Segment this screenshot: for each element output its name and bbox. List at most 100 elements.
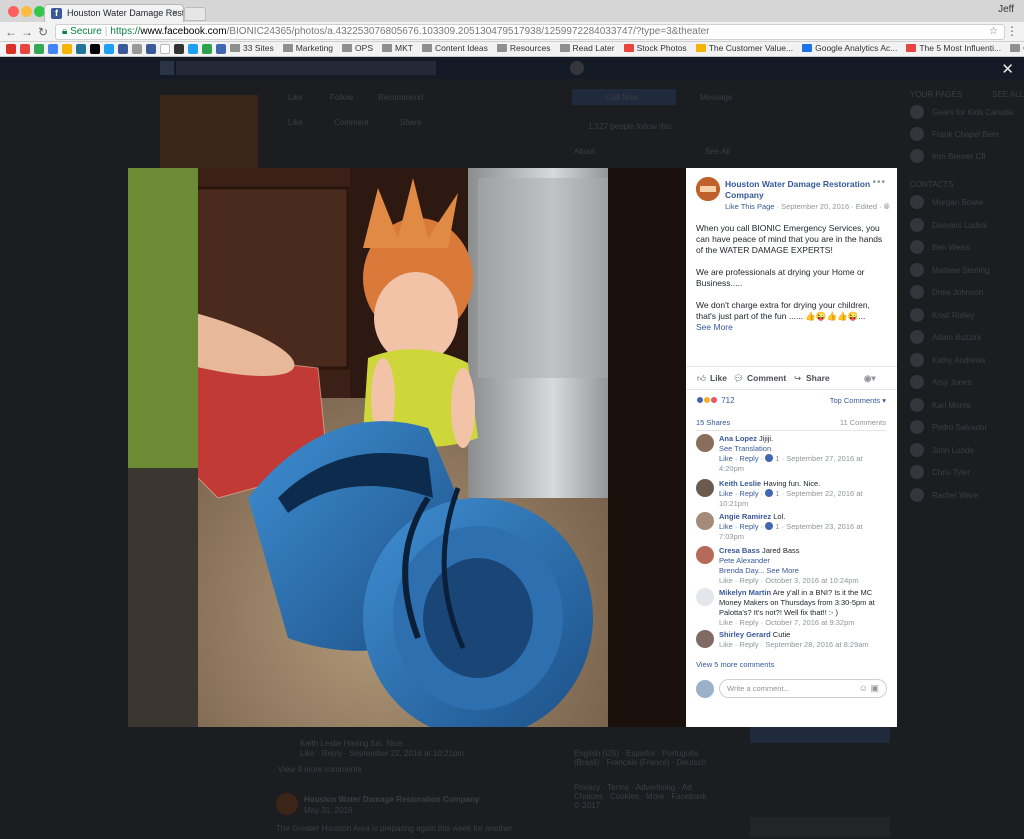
reload-icon[interactable]: ↻ <box>36 25 50 39</box>
comment-date[interactable]: · September 22, 2016 at <box>780 489 863 498</box>
wordpress-icon[interactable] <box>76 43 86 54</box>
minimize-window-button[interactable] <box>21 6 32 17</box>
medium-icon[interactable] <box>160 43 170 54</box>
see-translation-link[interactable]: See Translation <box>719 444 771 453</box>
comment-meta[interactable]: Like · Reply · September 28, 2016 at 8:2… <box>719 640 889 650</box>
commenter-name[interactable]: Mikelyn Martin <box>719 588 771 597</box>
theater-close-icon[interactable]: ✕ <box>1001 60 1014 78</box>
browser-menu-icon[interactable]: ⋮ <box>1006 24 1018 38</box>
emoji-icon[interactable]: ☺ ▣ <box>859 680 879 697</box>
shares-count[interactable]: 15 Shares <box>696 418 730 427</box>
fb-pages-icon[interactable] <box>216 43 226 54</box>
post-date[interactable]: September 20, 2016 <box>781 202 849 211</box>
folder-icon <box>282 44 293 52</box>
edited-label[interactable]: Edited <box>856 202 877 211</box>
contact-avatar <box>910 375 924 389</box>
bookmark-item[interactable]: Google Analytics Ac... <box>802 42 897 55</box>
comment-button[interactable]: 💬︎ Comment <box>733 373 786 384</box>
google-drive-icon[interactable] <box>34 43 44 54</box>
comment-time[interactable]: 10:21pm <box>719 499 889 509</box>
commenter-name[interactable]: Cresa Bass <box>719 546 760 555</box>
like-button[interactable]: 👍︎ Like <box>696 373 727 384</box>
browser-tab[interactable]: f Houston Water Damage Restoration Compa… <box>44 4 184 22</box>
comment-like-reply-links[interactable]: Like · Reply · <box>719 489 765 498</box>
commenter-avatar[interactable] <box>696 588 714 606</box>
share-button[interactable]: ↪ Share <box>792 373 830 384</box>
comment-date[interactable]: · September 23, 2016 at <box>780 522 863 531</box>
buffer-icon[interactable] <box>174 43 184 54</box>
commenter-avatar[interactable] <box>696 546 714 564</box>
tagged-name[interactable]: Pete Alexander <box>719 556 770 565</box>
tab-close-icon[interactable]: × <box>172 5 178 22</box>
comment-time[interactable]: 4:20pm <box>719 464 889 474</box>
close-window-button[interactable] <box>8 6 19 17</box>
gmail-icon[interactable] <box>6 43 16 54</box>
post-options-icon[interactable]: ••• <box>872 177 886 188</box>
commenter-avatar[interactable] <box>696 630 714 648</box>
forward-icon[interactable]: → <box>20 25 34 39</box>
analytics-icon[interactable] <box>62 43 72 54</box>
bookmark-item[interactable]: Content Ideas <box>421 42 488 55</box>
reactions-summary[interactable]: 712 <box>696 396 735 405</box>
comment-meta[interactable]: Like · Reply · October 3, 2016 at 10:24p… <box>719 576 889 586</box>
bookmark-item[interactable]: Marketing <box>282 42 333 55</box>
audience-selector-icon[interactable]: ◉▾ <box>864 373 876 384</box>
commenter-name[interactable]: Angie Ramirez <box>719 512 771 521</box>
like-page-link[interactable]: Like This Page <box>725 202 774 211</box>
bookmark-item[interactable]: OPS <box>342 42 373 55</box>
commenter-name[interactable]: Shirley Gerard <box>719 630 771 639</box>
comments-count[interactable]: 11 Comments <box>840 418 886 427</box>
page-name-link[interactable]: Houston Water Damage Restoration Company <box>725 179 875 201</box>
commenter-name[interactable]: Ana Lopez <box>719 434 757 443</box>
bookmark-item[interactable]: MKT <box>382 42 413 55</box>
comment-meta[interactable]: Like · Reply · October 7, 2016 at 9:32pm <box>719 618 889 628</box>
bookmark-item[interactable]: The Customer Value... <box>695 42 793 55</box>
contact-avatar <box>910 465 924 479</box>
bookmark-item[interactable]: CoSchedule - The #... <box>1010 42 1024 55</box>
comment-like-reply-links[interactable]: Like · Reply · <box>719 454 765 463</box>
profile-name[interactable]: Jeff <box>998 4 1014 15</box>
view-more-comments-link[interactable]: View 5 more comments <box>696 660 774 669</box>
bookmark-star-icon[interactable]: ☆ <box>989 25 998 39</box>
comment-time[interactable]: 7:03pm <box>719 532 889 542</box>
tagged-name[interactable]: Brenda Day... <box>719 566 764 575</box>
tweetdeck-icon[interactable] <box>188 43 198 54</box>
bookmark-icon[interactable] <box>132 43 142 54</box>
bookmark-item[interactable]: Resources <box>496 42 551 55</box>
comment-see-more-link[interactable]: See More <box>766 566 799 575</box>
bookmark-item[interactable]: Read Later <box>559 42 615 55</box>
facebook-icon[interactable] <box>118 43 128 54</box>
comment-body: Shirley Gerard Cutie Like · Reply · Septe… <box>719 630 889 650</box>
post-photo[interactable] <box>128 168 686 727</box>
bookmark-item[interactable]: The 5 Most Influenti... <box>906 42 1001 55</box>
page-avatar[interactable] <box>696 177 720 201</box>
contact-avatar <box>910 105 924 119</box>
commenter-avatar[interactable] <box>696 479 714 497</box>
github-icon[interactable] <box>90 43 100 54</box>
comment-like-reply-links[interactable]: Like · Reply · <box>719 522 765 531</box>
contact-name: Gears for Kids Canada <box>932 108 1014 117</box>
see-more-link[interactable]: See More <box>696 322 733 332</box>
bg-comment: Keith Leslie Having fun. Nice. <box>300 739 405 748</box>
url-input[interactable]: 🔒︎ Secure | https://www.facebook.com/BIONI… <box>55 24 1005 40</box>
contact-name: Amy Jones <box>932 378 972 387</box>
bookmark-item[interactable]: Stock Photos <box>623 42 687 55</box>
calendar-icon[interactable] <box>48 43 58 54</box>
write-comment-input[interactable]: Write a comment... ☺ ▣ <box>719 679 887 698</box>
google-calendar-icon[interactable] <box>20 43 30 54</box>
bookmark-item[interactable]: 33 Sites <box>230 42 274 55</box>
twitter-icon[interactable] <box>104 43 114 54</box>
folder-icon <box>382 44 392 52</box>
linkedin-icon[interactable] <box>146 43 156 54</box>
contact-name: Rachel Ware <box>932 490 978 500</box>
commenter-avatar[interactable] <box>696 512 714 530</box>
commenter-name[interactable]: Keith Leslie <box>719 479 761 488</box>
top-comments-dropdown[interactable]: Top Comments ▾ <box>830 396 886 405</box>
upwork-icon[interactable] <box>202 43 212 54</box>
post-action-share: Share <box>400 118 422 127</box>
commenter-avatar[interactable] <box>696 434 714 452</box>
new-tab-button[interactable] <box>184 7 206 21</box>
bookmark-label: Stock Photos <box>636 43 687 53</box>
comment-date[interactable]: · September 27, 2016 at <box>780 454 863 463</box>
back-icon[interactable]: ← <box>4 25 18 39</box>
